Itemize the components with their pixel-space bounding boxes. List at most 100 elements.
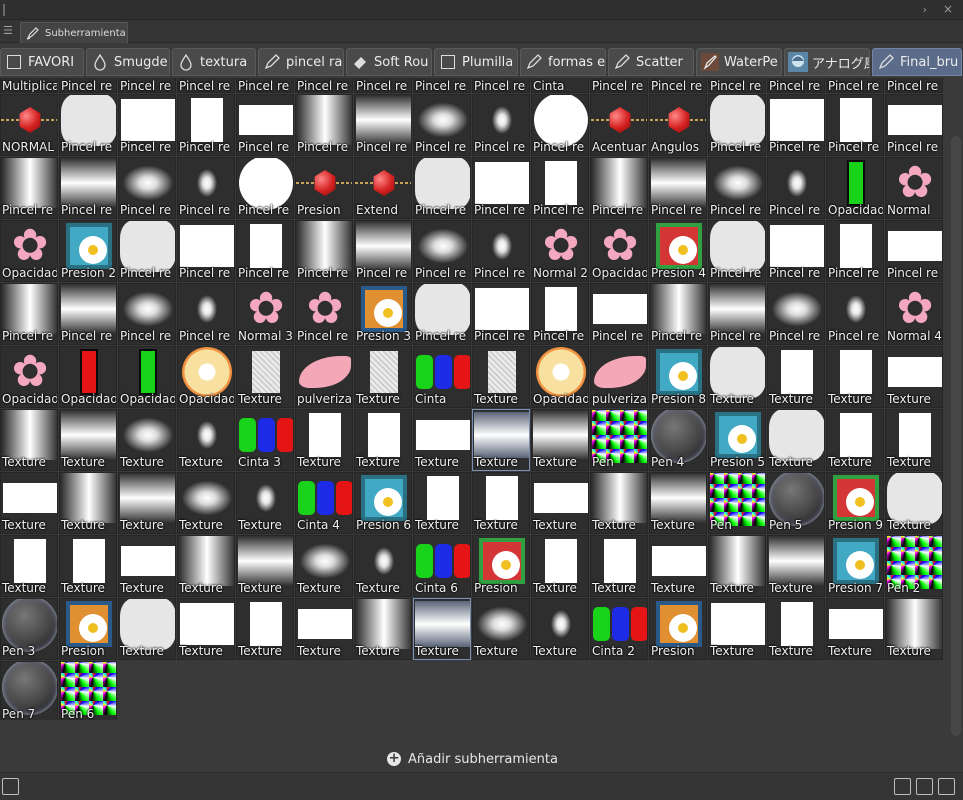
subtool-item[interactable]: Pincel re xyxy=(413,283,471,345)
checkbox-settings-icon[interactable] xyxy=(2,778,19,795)
subtool-item[interactable]: Texture xyxy=(177,598,235,660)
tab-1[interactable]: Smugde xyxy=(86,48,170,76)
subtool-item[interactable]: Texture xyxy=(0,535,58,597)
subtool-item[interactable]: Pincel re xyxy=(590,157,648,219)
subtool-item[interactable]: Texture xyxy=(118,409,176,471)
subtool-item[interactable]: Pen 3 xyxy=(0,598,58,660)
subtool-item[interactable]: Texture xyxy=(531,598,589,660)
tab-6[interactable]: formas e xyxy=(520,48,606,76)
subtool-item[interactable]: Pincel re xyxy=(826,283,884,345)
subtool-item[interactable]: Texture xyxy=(885,409,943,471)
subtool-item[interactable]: Texture xyxy=(472,346,530,408)
subtool-item[interactable]: Texture xyxy=(649,535,707,597)
subtool-item[interactable]: Texture xyxy=(0,472,58,534)
subtool-item[interactable]: Pincel re xyxy=(354,78,412,93)
subtool-item[interactable]: ✿ Normal xyxy=(885,157,943,219)
subtool-item[interactable]: ✿ Normal 4 xyxy=(885,283,943,345)
subtool-item[interactable]: Pincel re xyxy=(413,220,471,282)
subtool-item[interactable]: Presion 7 xyxy=(826,535,884,597)
subtool-item[interactable]: ✿ Normal 3 xyxy=(236,283,294,345)
subtool-item[interactable]: Pincel re xyxy=(767,283,825,345)
subtool-item[interactable]: Texture xyxy=(118,535,176,597)
subtool-item[interactable]: Texture xyxy=(767,535,825,597)
subtool-item[interactable]: Pincel re xyxy=(59,157,117,219)
tab-0[interactable]: FAVORI xyxy=(0,48,84,76)
subtool-item[interactable]: Texture xyxy=(118,472,176,534)
panel-tab-subtool[interactable]: Subherramienta xyxy=(20,22,128,43)
subtool-item[interactable]: Pincel re xyxy=(767,78,825,93)
subtool-item[interactable]: Multiplica xyxy=(0,78,58,93)
subtool-item[interactable]: Opacidad xyxy=(118,346,176,408)
subtool-item[interactable]: Pincel re xyxy=(118,283,176,345)
subtool-item[interactable]: Pincel re xyxy=(590,78,648,93)
subtool-item[interactable]: Texture xyxy=(295,535,353,597)
subtool-item[interactable]: Extend xyxy=(354,157,412,219)
subtool-item[interactable]: Presion 8 xyxy=(649,346,707,408)
subtool-item[interactable]: Presion xyxy=(59,598,117,660)
subtool-item[interactable]: Texture xyxy=(0,409,58,471)
subtool-item[interactable]: Presion 6 xyxy=(354,472,412,534)
subtool-item[interactable]: Texture xyxy=(885,598,943,660)
subtool-item[interactable]: ✿ Opacidad xyxy=(0,346,58,408)
subtool-item[interactable]: Pincel re xyxy=(649,283,707,345)
subtool-item[interactable]: Pincel re xyxy=(472,78,530,93)
subtool-item[interactable]: Pen 6 xyxy=(59,661,117,720)
subtool-item[interactable]: Pincel re xyxy=(0,157,58,219)
subtool-item[interactable]: Pincel re xyxy=(354,94,412,156)
subtool-item[interactable]: Pincel re xyxy=(826,78,884,93)
subtool-item[interactable]: Texture xyxy=(354,535,412,597)
subtool-item[interactable]: Texture xyxy=(767,598,825,660)
duplicate-icon[interactable] xyxy=(916,778,933,795)
subtool-item[interactable]: Pincel re xyxy=(295,220,353,282)
subtool-item[interactable]: Pincel re xyxy=(295,78,353,93)
close-icon[interactable]: × xyxy=(943,2,953,16)
subtool-item[interactable]: Pincel re xyxy=(118,157,176,219)
subtool-item[interactable]: Pen xyxy=(590,409,648,471)
subtool-item[interactable]: Pincel re xyxy=(826,94,884,156)
subtool-item[interactable]: Pincel re xyxy=(236,94,294,156)
subtool-item[interactable]: Pincel re xyxy=(472,94,530,156)
add-subtool-button[interactable]: + Añadir subherramienta xyxy=(0,745,945,773)
subtool-item[interactable]: Presion xyxy=(295,157,353,219)
subtool-item[interactable]: Texture xyxy=(177,535,235,597)
subtool-item[interactable]: Pincel re xyxy=(177,78,235,93)
subtool-item[interactable]: Texture xyxy=(59,472,117,534)
tab-3[interactable]: pincel ra xyxy=(258,48,344,76)
subtool-item[interactable]: Texture xyxy=(767,346,825,408)
subtool-item[interactable]: Texture xyxy=(885,346,943,408)
subtool-item[interactable]: Pincel re xyxy=(59,283,117,345)
subtool-item[interactable]: Pincel re xyxy=(590,283,648,345)
subtool-item[interactable]: Pen xyxy=(708,472,766,534)
subtool-item[interactable]: Pincel re xyxy=(118,220,176,282)
subtool-item[interactable]: Pincel re xyxy=(649,78,707,93)
subtool-item[interactable]: Texture xyxy=(885,472,943,534)
subtool-item[interactable]: Texture xyxy=(826,598,884,660)
subtool-item[interactable]: Pincel re xyxy=(413,94,471,156)
subtool-item[interactable]: Texture xyxy=(472,598,530,660)
subtool-item[interactable]: Pen 2 xyxy=(885,535,943,597)
subtool-item[interactable]: ✿ Pincel re xyxy=(295,283,353,345)
subtool-item[interactable]: Texture xyxy=(472,472,530,534)
subtool-item[interactable]: Texture xyxy=(236,535,294,597)
subtool-item[interactable]: Texture xyxy=(354,409,412,471)
subtool-item[interactable]: Texture xyxy=(413,409,471,471)
subtool-item[interactable]: Texture xyxy=(649,472,707,534)
subtool-item[interactable]: Opacidad xyxy=(59,346,117,408)
subtool-item[interactable]: Texture xyxy=(236,346,294,408)
subtool-item[interactable]: Cinta 3 xyxy=(236,409,294,471)
subtool-item[interactable]: Texture xyxy=(590,535,648,597)
subtool-item[interactable]: Texture xyxy=(354,346,412,408)
subtool-item[interactable]: Texture xyxy=(767,409,825,471)
subtool-item[interactable]: Cinta 2 xyxy=(590,598,648,660)
collapse-arrow-icon[interactable]: › xyxy=(923,3,927,16)
subtool-item[interactable]: Texture xyxy=(413,598,471,660)
subtool-item[interactable]: Cinta 6 xyxy=(413,535,471,597)
subtool-item[interactable]: Pincel re xyxy=(413,157,471,219)
subtool-item[interactable]: Opacidad xyxy=(177,346,235,408)
subtool-item[interactable]: Pincel re xyxy=(236,157,294,219)
subtool-item[interactable]: Texture xyxy=(295,598,353,660)
subtool-item[interactable]: pulveriza xyxy=(295,346,353,408)
subtool-item[interactable]: Opacidad xyxy=(531,346,589,408)
subtool-item[interactable]: Pincel re xyxy=(708,283,766,345)
subtool-item[interactable]: Pincel re xyxy=(531,283,589,345)
